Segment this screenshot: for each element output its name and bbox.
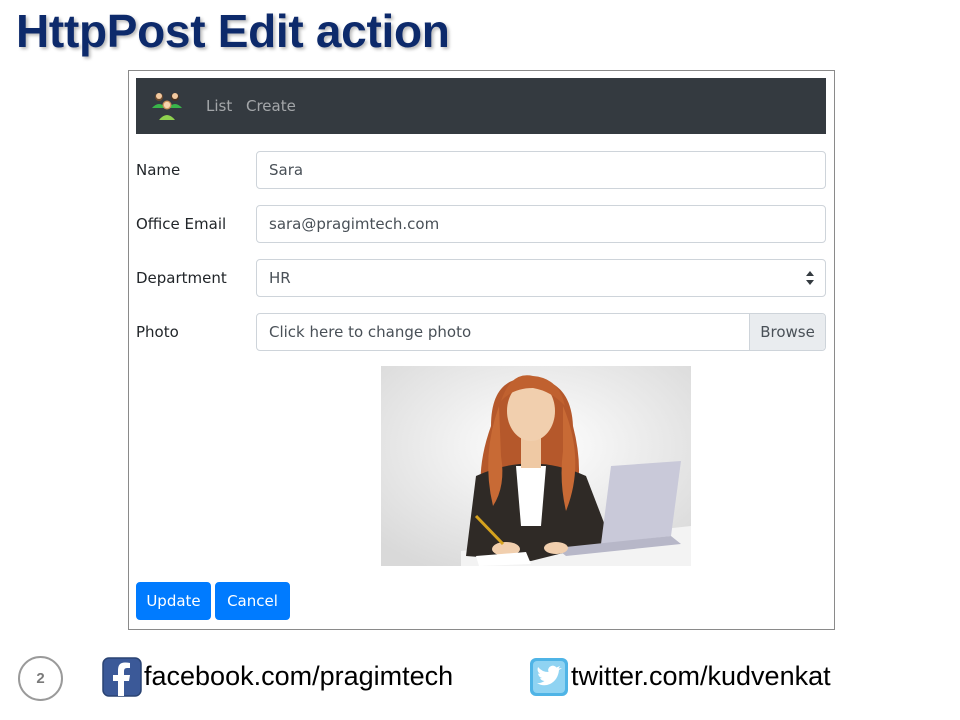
select-caret-icon (806, 271, 814, 285)
department-label: Department (136, 269, 227, 287)
browse-button[interactable]: Browse (749, 314, 825, 350)
nav-link-create[interactable]: Create (246, 97, 296, 115)
name-label: Name (136, 161, 181, 179)
update-button[interactable]: Update (136, 582, 211, 620)
photo-file-input[interactable]: Click here to change photo Browse (256, 313, 826, 351)
cancel-button[interactable]: Cancel (215, 582, 290, 620)
photo-file-text: Click here to change photo (269, 323, 472, 341)
slide-title: HttpPost Edit action (16, 5, 450, 57)
email-value: sara@pragimtech.com (269, 215, 440, 233)
name-input[interactable]: Sara (256, 151, 826, 189)
email-input[interactable]: sara@pragimtech.com (256, 205, 826, 243)
name-value: Sara (269, 161, 304, 179)
photo-label: Photo (136, 323, 179, 341)
email-label: Office Email (136, 215, 227, 233)
twitter-icon (529, 657, 569, 697)
department-select[interactable]: HR (256, 259, 826, 297)
facebook-icon (102, 657, 142, 697)
nav-link-list[interactable]: List (206, 97, 232, 115)
navbar: List Create (136, 78, 826, 134)
department-value: HR (269, 269, 291, 287)
woman-at-laptop-illustration (381, 366, 691, 566)
browser-frame: List Create Name Sara Office Email sara@… (128, 70, 835, 630)
facebook-link[interactable]: facebook.com/pragimtech (144, 661, 453, 692)
page-number: 2 (18, 656, 63, 701)
twitter-link[interactable]: twitter.com/kudvenkat (571, 661, 831, 692)
people-group-icon[interactable] (150, 90, 184, 122)
